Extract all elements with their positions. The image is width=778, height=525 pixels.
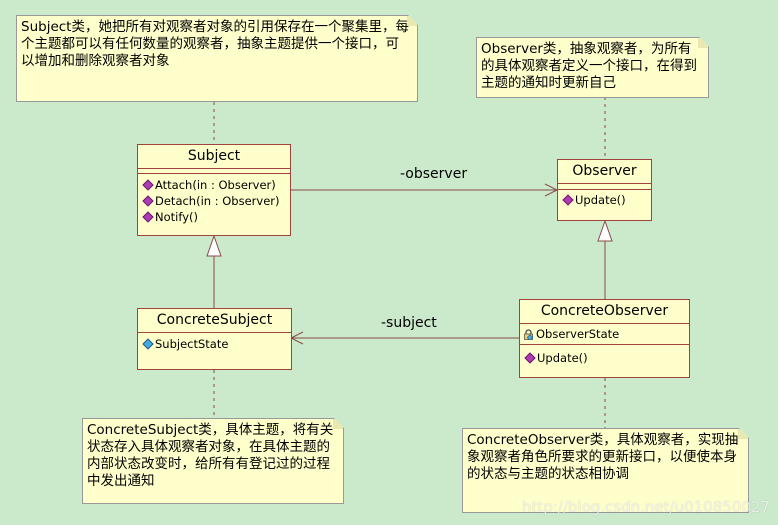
note-concrete-subject-text: ConcreteSubject类，具体主题，将有关状态存入具体观察者对象，在具体… <box>87 422 334 489</box>
class-observer-name: Observer <box>558 160 651 184</box>
association-label-subject: -subject <box>381 315 437 331</box>
class-concrete-subject[interactable]: ConcreteSubject SubjectState <box>137 308 292 370</box>
attribute-subject-state[interactable]: SubjectState <box>142 336 287 352</box>
operation-icon <box>524 352 536 364</box>
class-subject[interactable]: Subject Attach(in : Observer) Detach(in … <box>137 144 291 236</box>
generalization-arrowhead-subject <box>206 234 222 257</box>
note-subject-text: Subject类，她把所有对观察者对象的引用保存在一个聚集里，每个主题都可以有任… <box>21 19 409 69</box>
class-observer[interactable]: Observer Update() <box>557 159 652 221</box>
class-concrete-observer[interactable]: ConcreteObserver ObserverState Update() <box>519 299 690 378</box>
operation-icon <box>142 195 154 207</box>
class-observer-operations: Update() <box>558 190 651 210</box>
class-concrete-observer-attributes: ObserverState <box>520 324 689 345</box>
note-concrete-subject: ConcreteSubject类，具体主题，将有关状态存入具体观察者对象，在具体… <box>82 418 344 504</box>
class-subject-operations: Attach(in : Observer) Detach(in : Observ… <box>138 174 290 228</box>
watermark: http://blog.csdn.net/u010850027 <box>521 498 770 516</box>
class-concrete-observer-name: ConcreteObserver <box>520 300 689 324</box>
operation-update[interactable]: Update() <box>524 350 685 366</box>
operation-icon <box>562 194 574 206</box>
attribute-observer-state[interactable]: ObserverState <box>522 326 687 342</box>
class-concrete-subject-name: ConcreteSubject <box>138 309 291 333</box>
class-subject-name: Subject <box>138 145 290 169</box>
operation-attach[interactable]: Attach(in : Observer) <box>142 177 286 193</box>
note-observer-text: Observer类，抽象观察者，为所有的具体观察者定义一个接口，在得到主题的通知… <box>481 41 697 91</box>
association-label-observer: -observer <box>400 166 468 182</box>
operation-detach[interactable]: Detach(in : Observer) <box>142 193 286 209</box>
note-concrete-observer-text: ConcreteObserver类，具体观察者，实现抽象观察者角色所要求的更新接… <box>467 432 739 482</box>
class-concrete-subject-attributes: SubjectState <box>138 333 291 355</box>
note-observer: Observer类，抽象观察者，为所有的具体观察者定义一个接口，在得到主题的通知… <box>476 37 709 98</box>
operation-update[interactable]: Update() <box>562 192 647 208</box>
operation-icon <box>142 179 154 191</box>
protected-attribute-icon <box>523 328 534 341</box>
operation-icon <box>142 211 154 223</box>
attribute-icon <box>142 338 154 350</box>
operation-notify[interactable]: Notify() <box>142 209 286 225</box>
note-subject: Subject类，她把所有对观察者对象的引用保存在一个聚集里，每个主题都可以有任… <box>16 15 418 102</box>
generalization-arrowhead-observer <box>597 219 613 242</box>
class-concrete-observer-operations: Update() <box>520 345 689 368</box>
